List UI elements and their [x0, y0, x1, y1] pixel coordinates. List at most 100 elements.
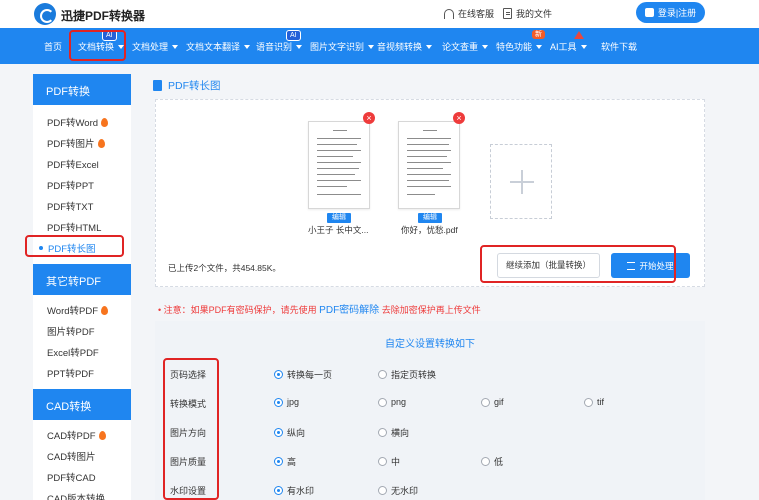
fire-icon: [101, 305, 109, 315]
sidebar: PDF转换 PDF转Word PDF转图片 PDF转Excel PDF转PPT …: [33, 74, 131, 500]
upload-summary: 已上传2个文件，共454.85K。: [168, 263, 281, 273]
watermark-label: 水印设置: [170, 486, 207, 496]
sidebar-item-cad-to-image[interactable]: CAD转图片: [47, 449, 96, 463]
sidebar-group-pdf-convert[interactable]: PDF转换: [33, 74, 131, 105]
fire-icon: [98, 430, 106, 440]
nav-ai-tools[interactable]: AI工具: [550, 40, 587, 53]
sidebar-item-pdf-to-long-image[interactable]: PDF转长图: [39, 241, 96, 255]
sidebar-item-pdf-to-excel[interactable]: PDF转Excel: [47, 157, 99, 171]
hot-flag-icon: [574, 31, 584, 39]
nav-plagiarism[interactable]: 论文查重: [442, 40, 489, 53]
radio-icon: [378, 457, 387, 466]
nav-av-convert[interactable]: 音视频转换: [377, 40, 433, 53]
swap-icon: [627, 261, 636, 270]
remove-file-icon[interactable]: ×: [453, 112, 465, 124]
ai-badge: AI: [286, 30, 301, 41]
nav-doc-convert[interactable]: 文档转换: [78, 40, 125, 53]
ai-badge: AI: [102, 30, 117, 41]
continue-add-button[interactable]: 继续添加（批量转换）: [497, 253, 600, 278]
remove-file-icon[interactable]: ×: [363, 112, 375, 124]
active-dot-icon: [39, 246, 43, 250]
fire-icon: [97, 138, 105, 148]
option-specified-pages[interactable]: 指定页转换: [378, 368, 436, 381]
sidebar-item-pdf-to-word[interactable]: PDF转Word: [47, 115, 109, 129]
option-jpg[interactable]: jpg: [274, 397, 299, 407]
sidebar-item-cad-version[interactable]: CAD版本转换: [47, 491, 105, 500]
radio-icon: [481, 397, 490, 407]
chevron-down-icon: [536, 44, 543, 49]
option-convert-every-page[interactable]: 转换每一页: [274, 368, 332, 381]
option-tif[interactable]: tif: [584, 397, 604, 407]
option-with-watermark[interactable]: 有水印: [274, 484, 314, 497]
radio-icon: [378, 428, 387, 437]
login-register-button[interactable]: 登录|注册: [636, 2, 705, 23]
top-header: 迅捷PDF转换器 在线客服 我的文件 登录|注册: [0, 0, 759, 28]
customer-service-link[interactable]: 在线客服: [444, 7, 494, 20]
chevron-down-icon: [580, 44, 587, 49]
sidebar-item-excel-to-pdf[interactable]: Excel转PDF: [47, 345, 99, 359]
sidebar-item-cad-to-pdf[interactable]: CAD转PDF: [47, 428, 106, 442]
chevron-down-icon: [368, 44, 375, 49]
option-gif[interactable]: gif: [481, 397, 504, 407]
document-icon: [503, 8, 512, 19]
radio-checked-icon: [274, 397, 283, 407]
page-select-label: 页码选择: [170, 370, 207, 380]
image-quality-label: 图片质量: [170, 457, 207, 467]
pdf-password-remove-link[interactable]: PDF密码解除: [319, 305, 379, 316]
page-title: PDF转长图: [153, 78, 221, 93]
option-quality-medium[interactable]: 中: [378, 455, 400, 468]
option-png[interactable]: png: [378, 397, 406, 407]
app-logo-icon[interactable]: [34, 3, 56, 25]
chevron-down-icon: [244, 44, 251, 49]
radio-checked-icon: [274, 486, 283, 495]
radio-icon: [378, 397, 387, 407]
add-file-plus-icon[interactable]: [490, 144, 552, 219]
radio-icon: [584, 397, 593, 407]
image-orientation-label: 图片方向: [170, 428, 207, 438]
fire-icon: [101, 117, 109, 127]
page-icon: [153, 80, 162, 91]
file-name: 小王子 长中文...: [308, 225, 369, 235]
nav-speech[interactable]: 语音识别: [256, 40, 303, 53]
option-no-watermark[interactable]: 无水印: [378, 484, 418, 497]
sidebar-item-pdf-to-cad[interactable]: PDF转CAD: [47, 470, 96, 484]
chevron-down-icon: [296, 44, 303, 49]
headset-icon: [444, 8, 454, 19]
sidebar-item-word-to-pdf[interactable]: Word转PDF: [47, 303, 109, 317]
option-quality-low[interactable]: 低: [481, 455, 503, 468]
nav-translate[interactable]: 文档文本翻译: [186, 40, 251, 53]
option-quality-high[interactable]: 高: [274, 455, 296, 468]
brand-title[interactable]: 迅捷PDF转换器: [61, 7, 145, 24]
nav-home[interactable]: 首页: [44, 40, 62, 53]
sidebar-item-image-to-pdf[interactable]: 图片转PDF: [47, 324, 95, 338]
start-process-button[interactable]: 开始处理: [611, 253, 690, 278]
nav-download[interactable]: 软件下载: [601, 40, 637, 53]
my-files-link[interactable]: 我的文件: [503, 7, 552, 20]
file-thumbnail[interactable]: [398, 121, 460, 209]
file-name: 你好，忧愁.pdf: [401, 225, 458, 235]
sidebar-item-pdf-to-txt[interactable]: PDF转TXT: [47, 199, 93, 213]
file-thumbnail[interactable]: [308, 121, 370, 209]
edit-file-button[interactable]: 编辑: [327, 213, 351, 223]
sidebar-group-to-pdf[interactable]: 其它转PDF: [33, 264, 131, 295]
sidebar-item-pdf-to-ppt[interactable]: PDF转PPT: [47, 178, 94, 192]
chevron-down-icon: [118, 44, 125, 49]
user-icon: [644, 8, 654, 17]
option-landscape[interactable]: 横向: [378, 426, 409, 439]
radio-checked-icon: [274, 370, 283, 379]
sidebar-item-ppt-to-pdf[interactable]: PPT转PDF: [47, 366, 94, 380]
option-portrait[interactable]: 纵向: [274, 426, 305, 439]
nav-features[interactable]: 特色功能: [496, 40, 543, 53]
sidebar-item-pdf-to-image[interactable]: PDF转图片: [47, 136, 105, 150]
radio-checked-icon: [274, 457, 283, 466]
sidebar-group-cad[interactable]: CAD转换: [33, 389, 131, 420]
radio-icon: [378, 486, 387, 495]
main-nav: 首页 文档转换 AI 文档处理 文档文本翻译 语音识别 AI 图片文字识别 音视…: [0, 28, 759, 64]
radio-checked-icon: [274, 428, 283, 437]
settings-title: 自定义设置转换如下: [385, 339, 475, 350]
nav-doc-process[interactable]: 文档处理: [132, 40, 179, 53]
edit-file-button[interactable]: 编辑: [418, 213, 442, 223]
nav-ocr[interactable]: 图片文字识别: [310, 40, 375, 53]
chevron-down-icon: [172, 44, 179, 49]
sidebar-item-pdf-to-html[interactable]: PDF转HTML: [47, 220, 101, 234]
